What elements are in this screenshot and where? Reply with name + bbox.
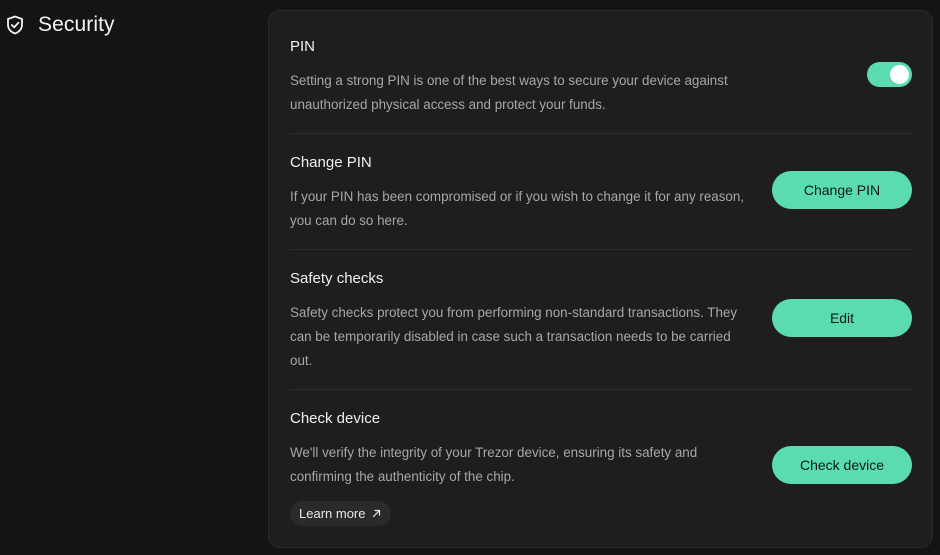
pin-toggle[interactable]: [867, 62, 912, 87]
change-pin-description: If your PIN has been compromised or if y…: [290, 189, 745, 228]
section-header: Security: [6, 13, 115, 37]
security-settings-page: Security PIN Setting a strong PIN is one…: [0, 0, 940, 555]
toggle-knob: [890, 65, 909, 84]
shield-check-icon: [7, 15, 23, 35]
learn-more-link[interactable]: Learn more: [290, 501, 392, 526]
safety-checks-row: Safety checks Safety checks protect you …: [290, 270, 912, 390]
pin-setting-row: PIN Setting a strong PIN is one of the b…: [290, 38, 912, 134]
change-pin-title: Change PIN: [290, 154, 372, 171]
learn-more-label: Learn more: [299, 506, 366, 521]
page-title: Security: [38, 13, 115, 36]
pin-description: Setting a strong PIN is one of the best …: [290, 73, 728, 112]
check-device-button[interactable]: Check device: [772, 446, 912, 484]
change-pin-button[interactable]: Change PIN: [772, 171, 912, 209]
check-device-title: Check device: [290, 410, 381, 427]
check-device-row: Check device We'll verify the integrity …: [290, 410, 912, 530]
external-link-arrow-icon: [373, 509, 381, 518]
change-pin-row: Change PIN If your PIN has been compromi…: [290, 154, 912, 250]
check-device-description: We'll verify the integrity of your Trezo…: [290, 445, 698, 484]
safety-checks-title: Safety checks: [290, 270, 384, 287]
security-settings-card: PIN Setting a strong PIN is one of the b…: [268, 10, 933, 548]
edit-safety-checks-button[interactable]: Edit: [772, 299, 912, 337]
pin-title: PIN: [290, 38, 316, 55]
safety-checks-description: Safety checks protect you from performin…: [290, 305, 738, 368]
